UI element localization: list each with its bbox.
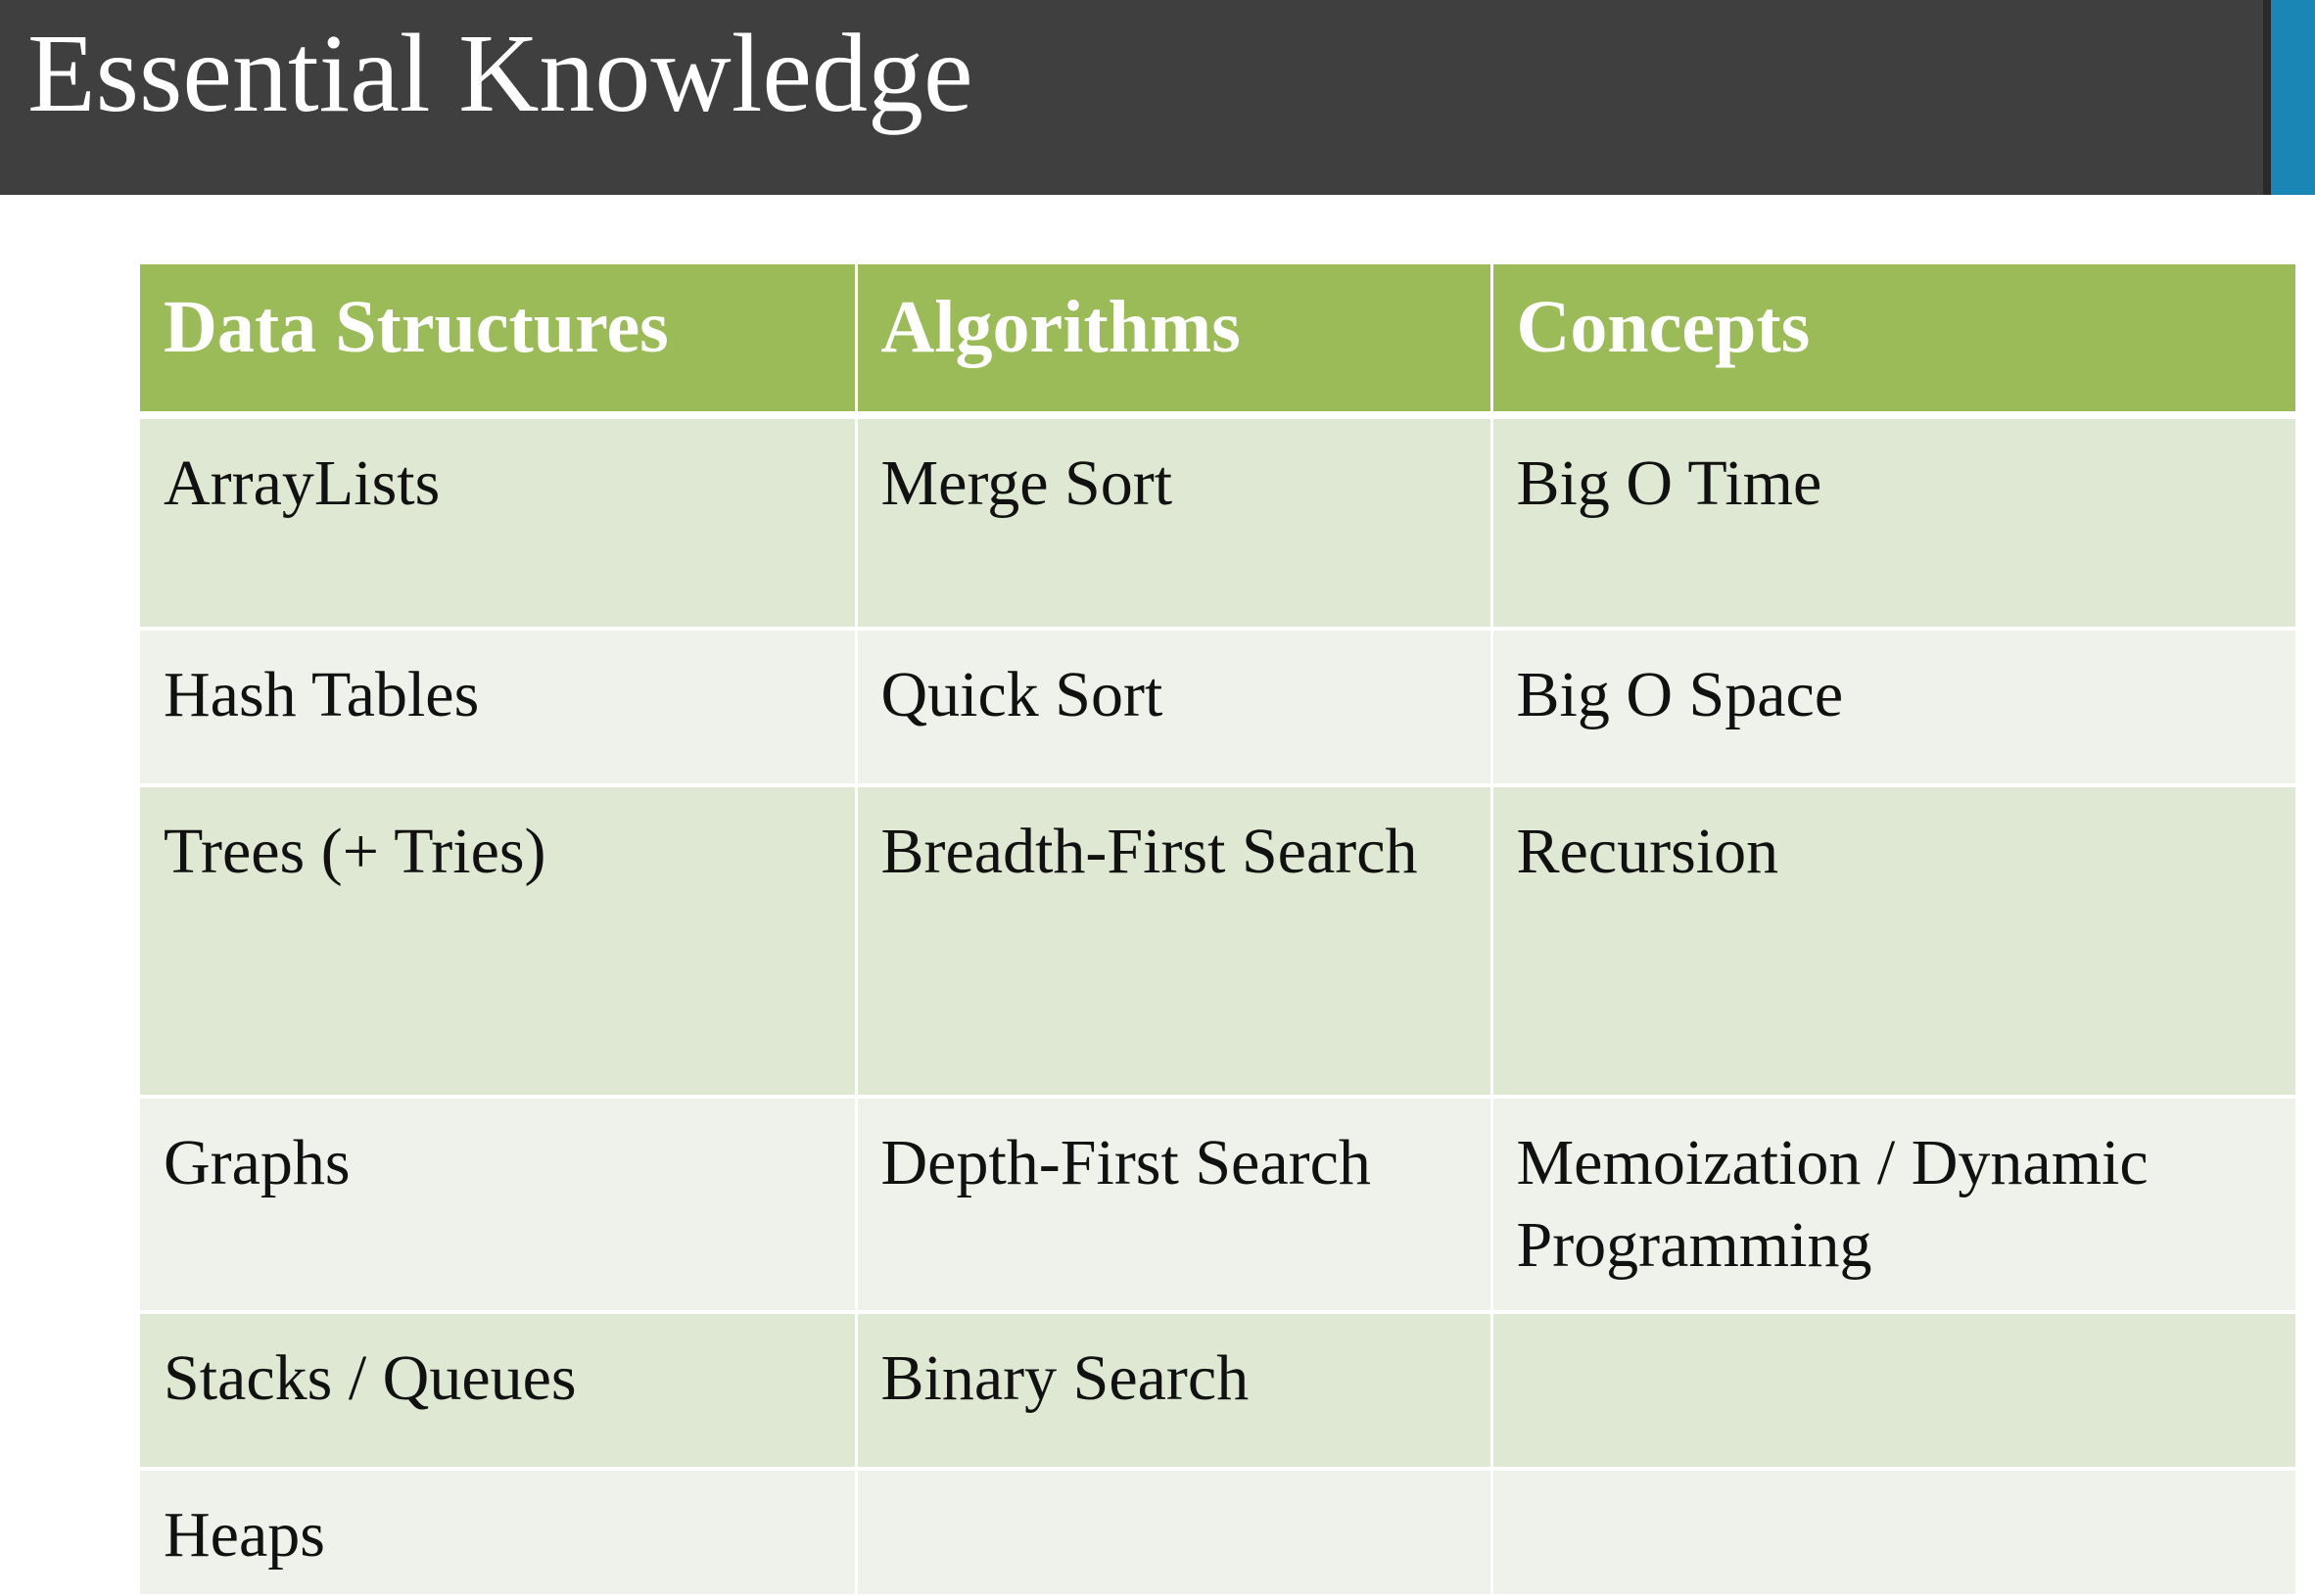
table-cell: Heaps bbox=[140, 1469, 858, 1596]
table-cell bbox=[1491, 1312, 2295, 1471]
table-row: Graphs Depth-First Search Memoization / … bbox=[140, 1097, 2295, 1314]
table-cell: Binary Search bbox=[856, 1312, 1493, 1471]
table-cell: Graphs bbox=[140, 1097, 858, 1314]
table-cell: Big O Space bbox=[1491, 629, 2295, 787]
table-cell bbox=[856, 1469, 1493, 1596]
header-algorithms: Algorithms bbox=[856, 264, 1493, 419]
table-row: Stacks / Queues Binary Search bbox=[140, 1312, 2295, 1471]
title-bar: Essential Knowledge bbox=[0, 0, 2315, 195]
table-cell: ArrayLists bbox=[140, 415, 858, 631]
table-cell: Merge Sort bbox=[856, 415, 1493, 631]
header-data-structures: Data Structures bbox=[140, 264, 858, 419]
table-cell: Hash Tables bbox=[140, 629, 858, 787]
table-cell: Trees (+ Tries) bbox=[140, 785, 858, 1099]
essential-knowledge-table: Data Structures Algorithms Concepts Arra… bbox=[140, 264, 2295, 1596]
table-cell: Recursion bbox=[1491, 785, 2295, 1099]
header-concepts: Concepts bbox=[1491, 264, 2295, 419]
table-cell: Stacks / Queues bbox=[140, 1312, 858, 1471]
table-cell: Breadth-First Search bbox=[856, 785, 1493, 1099]
table-cell: Quick Sort bbox=[856, 629, 1493, 787]
table-cell bbox=[1491, 1469, 2295, 1596]
table-row: Hash Tables Quick Sort Big O Space bbox=[140, 629, 2295, 787]
table-cell: Memoization / Dynamic Programming bbox=[1491, 1097, 2295, 1314]
table-row: ArrayLists Merge Sort Big O Time bbox=[140, 415, 2295, 631]
table-cell: Depth-First Search bbox=[856, 1097, 1493, 1314]
table-header-row: Data Structures Algorithms Concepts bbox=[140, 264, 2295, 419]
slide-title: Essential Knowledge bbox=[27, 11, 973, 135]
title-accent-stripe bbox=[2263, 0, 2315, 195]
table-cell: Big O Time bbox=[1491, 415, 2295, 631]
table-row: Trees (+ Tries) Breadth-First Search Rec… bbox=[140, 785, 2295, 1099]
table-row: Heaps bbox=[140, 1469, 2295, 1596]
